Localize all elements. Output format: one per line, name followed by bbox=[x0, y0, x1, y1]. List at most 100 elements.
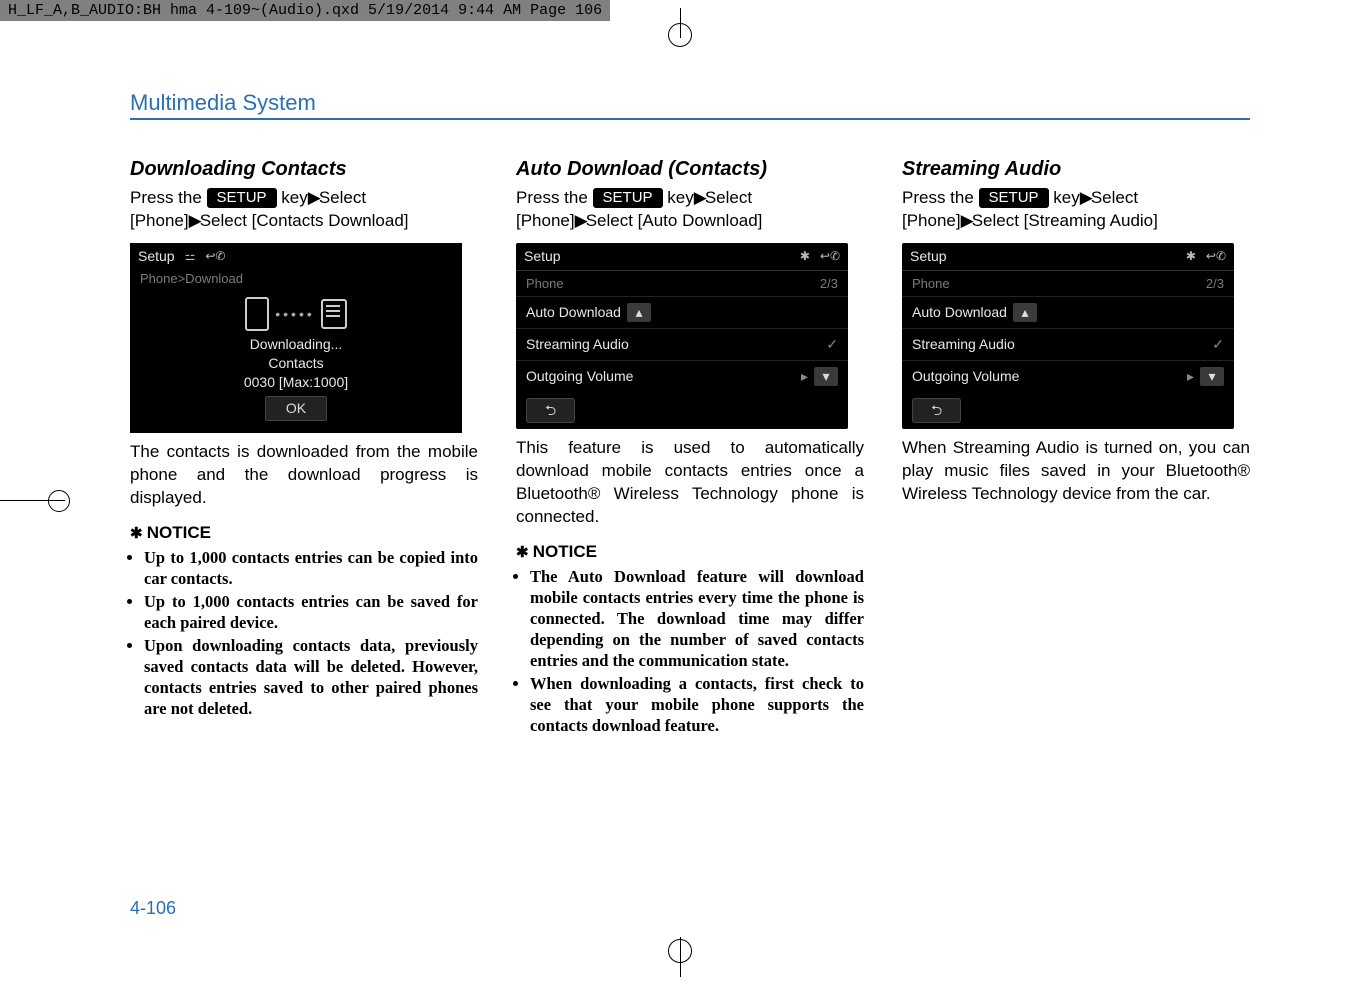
col1-body: The contacts is downloaded from the mobi… bbox=[130, 441, 478, 510]
text: key bbox=[281, 188, 307, 207]
columns: Downloading Contacts Press the SETUP key… bbox=[130, 156, 1250, 738]
col-2: Auto Download (Contacts) Press the SETUP… bbox=[516, 156, 864, 738]
text: key bbox=[1053, 188, 1079, 207]
scroll-down-icon: ▾ bbox=[1200, 367, 1224, 386]
col-1: Downloading Contacts Press the SETUP key… bbox=[130, 156, 478, 738]
list-item: Upon downloading contacts data, previous… bbox=[144, 635, 478, 719]
phone-icon: ↩✆ bbox=[1206, 248, 1226, 264]
col-3: Streaming Audio Press the SETUP key▶Sele… bbox=[902, 156, 1250, 738]
screen-title: Setup bbox=[910, 247, 1176, 266]
setup-key-icon: SETUP bbox=[979, 188, 1049, 208]
download-line3: 0030 [Max:1000] bbox=[130, 373, 462, 392]
section-title: Multimedia System bbox=[130, 90, 1250, 120]
bluetooth-icon: ✱ bbox=[800, 248, 810, 264]
col3-lead: Press the SETUP key▶Select [Phone]▶Selec… bbox=[902, 187, 1250, 233]
text: Press the bbox=[902, 188, 979, 207]
col1-lead: Press the SETUP key▶Select [Phone]▶Selec… bbox=[130, 187, 478, 233]
menu-label: Outgoing Volume bbox=[912, 367, 1019, 386]
col2-bullets: The Auto Download feature will download … bbox=[516, 566, 864, 737]
back-icon: ⮌ bbox=[912, 398, 961, 423]
list-item: Up to 1,000 contacts entries can be copi… bbox=[144, 547, 478, 589]
download-screenshot: Setup ⚍ ↩✆ Phone>Download ••••• Download… bbox=[130, 243, 462, 433]
menu-row: Outgoing Volume ▸ ▾ bbox=[902, 360, 1234, 392]
phone-icon: ↩✆ bbox=[820, 248, 840, 264]
col1-bullets: Up to 1,000 contacts entries can be copi… bbox=[130, 547, 478, 720]
setup-key-icon: SETUP bbox=[207, 188, 277, 208]
page-indicator: 2/3 bbox=[1206, 275, 1224, 293]
screen-breadcrumb: Phone>Download bbox=[130, 270, 462, 292]
menu-label: Outgoing Volume bbox=[526, 367, 633, 386]
menu-label: Auto Download bbox=[912, 303, 1007, 322]
page-indicator: 2/3 bbox=[820, 275, 838, 293]
menu-label: Auto Download bbox=[526, 303, 621, 322]
menu-label: Streaming Audio bbox=[912, 335, 1015, 354]
scroll-up-icon: ▴ bbox=[1013, 303, 1037, 322]
back-row: ⮌ bbox=[902, 392, 1234, 429]
bluetooth-icon: ⚍ bbox=[185, 248, 196, 264]
triangle-icon: ▶ bbox=[694, 188, 705, 207]
text: key bbox=[667, 188, 693, 207]
col2-heading: Auto Download (Contacts) bbox=[516, 156, 864, 183]
menu-row: Auto Download ▴ bbox=[902, 296, 1234, 328]
screen-subheader: Phone 2/3 bbox=[902, 271, 1234, 297]
notice-heading: NOTICE bbox=[130, 522, 478, 545]
phone-settings-screenshot: Setup ✱ ↩✆ Phone 2/3 Auto Download ▴ Str… bbox=[902, 243, 1234, 429]
dots-icon: ••••• bbox=[275, 305, 315, 324]
col1-heading: Downloading Contacts bbox=[130, 156, 478, 183]
list-item: When downloading a contacts, first check… bbox=[530, 673, 864, 736]
crop-mark-bottom bbox=[0, 919, 1359, 979]
screen-subheader: Phone 2/3 bbox=[516, 271, 848, 297]
back-row: ⮌ bbox=[516, 392, 848, 429]
text: Select [Streaming Audio] bbox=[972, 211, 1158, 230]
col2-body: This feature is used to automatically do… bbox=[516, 437, 864, 529]
screen-titlebar: Setup ✱ ↩✆ bbox=[516, 243, 848, 271]
text: Select [Contacts Download] bbox=[200, 211, 409, 230]
print-header: H_LF_A,B_AUDIO:BH hma 4-109~(Audio).qxd … bbox=[0, 0, 610, 21]
menu-row: Streaming Audio ✓ bbox=[516, 328, 848, 360]
screen-titlebar: Setup ✱ ↩✆ bbox=[902, 243, 1234, 271]
col2-lead: Press the SETUP key▶Select [Phone]▶Selec… bbox=[516, 187, 864, 233]
triangle-icon: ▶ bbox=[575, 211, 586, 230]
check-icon: ✓ bbox=[826, 335, 838, 354]
phone-icon: ↩✆ bbox=[205, 248, 225, 264]
chevron-right-icon: ▸ bbox=[801, 367, 808, 386]
back-icon: ⮌ bbox=[526, 398, 575, 423]
check-icon: ✓ bbox=[1212, 335, 1224, 354]
phone-settings-screenshot: Setup ✱ ↩✆ Phone 2/3 Auto Download ▴ Str… bbox=[516, 243, 848, 429]
scroll-down-icon: ▾ bbox=[814, 367, 838, 386]
triangle-icon: ▶ bbox=[189, 211, 200, 230]
page-number: 4-106 bbox=[130, 898, 176, 919]
list-outline-icon bbox=[321, 299, 347, 329]
page-content: Multimedia System Downloading Contacts P… bbox=[130, 90, 1250, 738]
triangle-icon: ▶ bbox=[308, 188, 319, 207]
col3-body: When Streaming Audio is turned on, you c… bbox=[902, 437, 1250, 506]
screen-section: Phone bbox=[526, 275, 564, 293]
chevron-right-icon: ▸ bbox=[1187, 367, 1194, 386]
menu-label: Streaming Audio bbox=[526, 335, 629, 354]
screen-section: Phone bbox=[912, 275, 950, 293]
bluetooth-icon: ✱ bbox=[1186, 248, 1196, 264]
triangle-icon: ▶ bbox=[961, 211, 972, 230]
text: Press the bbox=[516, 188, 593, 207]
list-item: Up to 1,000 contacts entries can be save… bbox=[144, 591, 478, 633]
setup-key-icon: SETUP bbox=[593, 188, 663, 208]
menu-row: Auto Download ▴ bbox=[516, 296, 848, 328]
menu-row: Outgoing Volume ▸ ▾ bbox=[516, 360, 848, 392]
phone-outline-icon bbox=[245, 297, 269, 331]
menu-row: Streaming Audio ✓ bbox=[902, 328, 1234, 360]
screen-title: Setup bbox=[524, 247, 790, 266]
triangle-icon: ▶ bbox=[1080, 188, 1091, 207]
scroll-up-icon: ▴ bbox=[627, 303, 651, 322]
download-line2: Contacts bbox=[130, 354, 462, 373]
notice-heading: NOTICE bbox=[516, 541, 864, 564]
download-body: ••••• Downloading... Contacts 0030 [Max:… bbox=[130, 291, 462, 433]
list-item: The Auto Download feature will download … bbox=[530, 566, 864, 672]
text: Press the bbox=[130, 188, 207, 207]
screen-title: Setup bbox=[138, 247, 175, 266]
col3-heading: Streaming Audio bbox=[902, 156, 1250, 183]
screen-titlebar: Setup ⚍ ↩✆ bbox=[130, 243, 462, 270]
ok-button: OK bbox=[265, 396, 327, 421]
text: Select [Auto Download] bbox=[586, 211, 763, 230]
download-icons: ••••• bbox=[130, 297, 462, 331]
download-line1: Downloading... bbox=[130, 335, 462, 354]
